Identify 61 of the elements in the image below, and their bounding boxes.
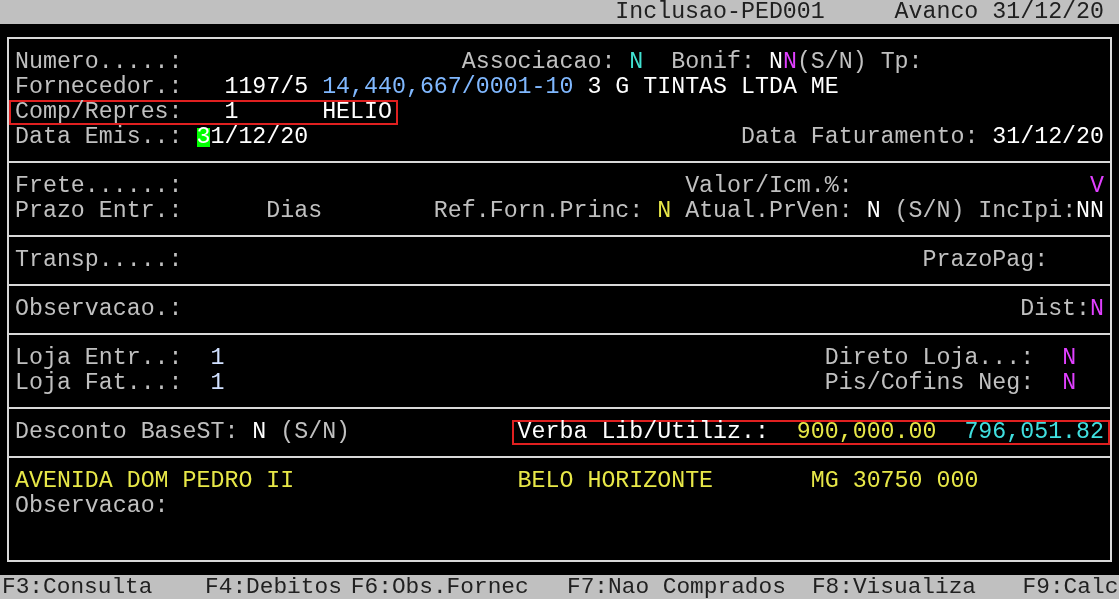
screen-title: Inclusao-PED001: [615, 0, 825, 24]
field-label: (S/N): [796, 50, 867, 75]
field-label: Comp/Repres:: [15, 100, 183, 125]
function-key[interactable]: F7:Nao Comprados: [567, 575, 786, 599]
field-value: N: [629, 50, 644, 75]
field-label: Prazo Entr.:: [15, 199, 183, 224]
field-label: Tp:: [880, 50, 923, 75]
field-label: Bonif:: [671, 50, 755, 75]
field-label: Loja Fat...:: [15, 371, 183, 396]
field-label: Direto Loja...:: [824, 346, 1035, 371]
field-value: N: [252, 420, 267, 445]
field-label: (S/N): [894, 199, 965, 224]
field-value: MG 30750 000: [810, 469, 979, 494]
field-value: 3 G TINTAS LTDA ME: [587, 75, 839, 100]
field-value: N: [1062, 346, 1077, 371]
field-label: IncIpi:: [978, 199, 1077, 224]
field-value: N: [782, 50, 797, 75]
field-value: BELO HORIZONTE: [517, 469, 714, 494]
field-value: 14,440,667/0001-10: [322, 75, 574, 100]
field-value: N: [768, 50, 783, 75]
field-value: N: [657, 199, 672, 224]
field-value: 1: [210, 346, 225, 371]
field-value: 900,000.00: [796, 420, 937, 445]
field-label: Associacao:: [461, 50, 616, 75]
field-label: Frete......:: [15, 174, 183, 199]
field-value: Verba Lib/Utiliz.:: [517, 420, 769, 445]
field-value: 31/12/20: [992, 125, 1104, 150]
field-label: (S/N): [280, 420, 351, 445]
field-value: N: [866, 199, 881, 224]
field-value: 1: [224, 100, 239, 125]
field-label: PrazoPag:: [922, 248, 1049, 273]
field-label: Fornecedor.:: [15, 75, 183, 100]
field-label: Valor/Icm.%:: [685, 174, 853, 199]
function-key[interactable]: F3:Consulta: [2, 575, 153, 599]
function-key[interactable]: F6:Obs.Fornec: [350, 575, 529, 599]
field-label: Observacao:: [15, 494, 169, 519]
field-value: HELIO: [322, 100, 392, 125]
function-key[interactable]: F4:Debitos: [205, 575, 342, 599]
status-text: Avanco 31/12/20: [894, 0, 1104, 24]
field-value: 796,051.82: [964, 420, 1104, 445]
field-label: Numero.....:: [15, 50, 183, 75]
field-label: Data Faturamento:: [741, 125, 979, 150]
field-label: Transp.....:: [15, 248, 183, 273]
function-key[interactable]: F8:Visualiza: [811, 575, 977, 599]
field-label: Loja Entr..:: [15, 346, 183, 371]
field-value: 1197/5: [224, 75, 309, 100]
field-value: NN: [1076, 199, 1105, 224]
field-label: Dias: [266, 199, 323, 224]
field-value: N: [1062, 371, 1077, 396]
field-value: 1: [210, 371, 225, 396]
field-label: Observacao.:: [15, 297, 183, 322]
field-label: Dist:: [1020, 297, 1091, 322]
field-label: Data Emis..:: [15, 125, 183, 150]
field-label: Atual.PrVen:: [685, 199, 853, 224]
field-label: Desconto BaseST:: [15, 420, 239, 445]
function-key[interactable]: F9:Calc: [1022, 575, 1119, 599]
field-value: N: [1090, 297, 1104, 322]
field-value: V: [1090, 174, 1104, 199]
field-label: Pis/Cofins Neg:: [824, 371, 1035, 396]
field-label: Ref.Forn.Princ:: [433, 199, 644, 224]
field-value: AVENIDA DOM PEDRO II: [15, 469, 295, 494]
